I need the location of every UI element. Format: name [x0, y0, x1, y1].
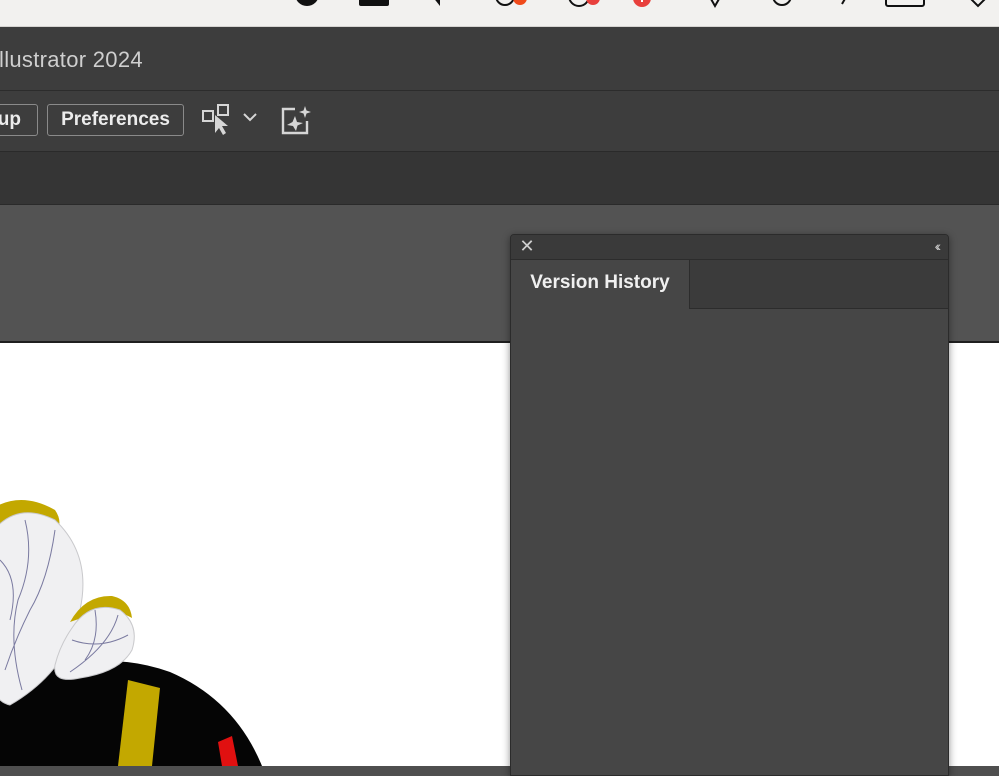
select-similar-icon[interactable] [200, 103, 236, 137]
control-toolbar: up Preferences [0, 91, 999, 152]
collapse-panel-icon[interactable]: ‹‹ [935, 238, 942, 254]
panel-tab-strip: Version History [511, 260, 948, 309]
arrow-icon[interactable] [838, 0, 858, 10]
generative-ai-icon[interactable] [279, 104, 313, 136]
clock-icon[interactable] [770, 0, 794, 10]
app-badge-icon[interactable] [357, 0, 391, 10]
chevron-down-icon[interactable] [241, 111, 259, 125]
volume-icon[interactable] [430, 0, 450, 10]
status-icon[interactable] [290, 0, 324, 10]
panel-header: ✕ ‹‹ [511, 235, 948, 260]
app-titlebar: llustrator 2024 [0, 27, 999, 91]
document-tab-bar [0, 152, 999, 205]
pen-icon[interactable] [703, 0, 727, 10]
app-title: llustrator 2024 [0, 47, 143, 72]
alert-icon[interactable] [630, 0, 654, 10]
recording-icon[interactable] [493, 0, 529, 10]
display-icon[interactable] [884, 0, 928, 10]
document-setup-button[interactable]: up [0, 104, 38, 136]
preferences-button[interactable]: Preferences [47, 104, 184, 136]
close-icon[interactable]: ✕ [519, 237, 535, 255]
notification-icon[interactable] [565, 0, 605, 10]
chevron-icon[interactable] [968, 0, 988, 10]
tab-version-history[interactable]: Version History [511, 260, 690, 309]
version-history-panel: ✕ ‹‹ Version History [510, 234, 949, 776]
macos-menubar [0, 0, 999, 27]
version-history-content [511, 309, 948, 775]
